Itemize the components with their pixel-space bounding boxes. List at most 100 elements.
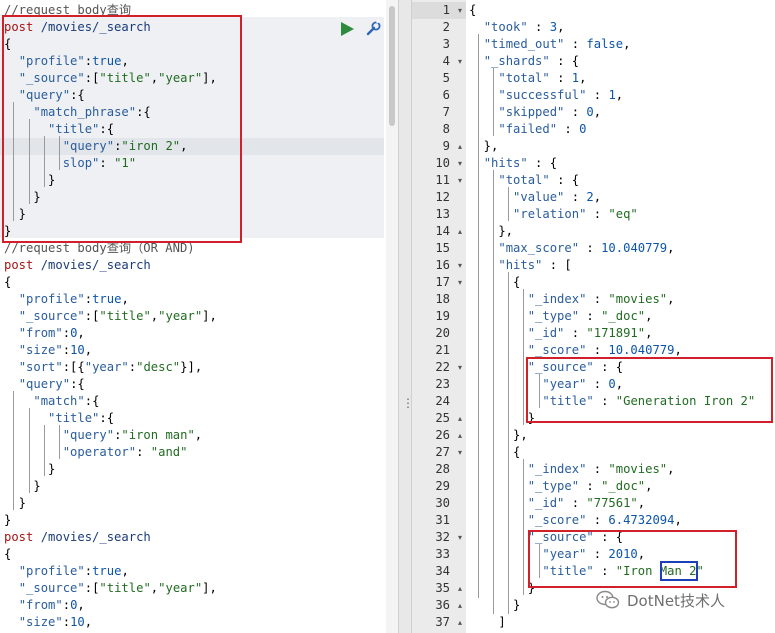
request-settings-button[interactable] bbox=[364, 19, 382, 38]
fold-toggle-icon[interactable]: ▾ bbox=[456, 155, 464, 172]
code-token: :[ bbox=[84, 581, 100, 595]
code-line[interactable]: "profile":true, bbox=[4, 563, 129, 580]
code-line[interactable]: "profile":true, bbox=[4, 291, 129, 308]
code-line[interactable]: "_score" : 6.4732094, bbox=[469, 512, 682, 529]
code-line[interactable]: "query":{ bbox=[4, 376, 85, 393]
code-line[interactable]: "size":10, bbox=[4, 342, 92, 359]
code-line[interactable]: "relation" : "eq" bbox=[469, 206, 638, 223]
fold-toggle-icon[interactable]: ▾ bbox=[456, 529, 464, 546]
wrench-icon[interactable] bbox=[364, 19, 382, 38]
code-token: 2 bbox=[586, 190, 594, 204]
code-line[interactable]: } bbox=[4, 461, 55, 478]
code-line[interactable]: "operator": "and" bbox=[4, 444, 188, 461]
code-line[interactable]: { bbox=[469, 444, 520, 461]
code-token: "year" bbox=[158, 581, 203, 595]
fold-toggle-icon[interactable]: ▾ bbox=[456, 274, 464, 291]
code-token: , bbox=[645, 309, 653, 323]
code-line[interactable]: } bbox=[4, 478, 40, 495]
code-line[interactable]: } bbox=[469, 597, 520, 614]
code-line[interactable]: "failed" : 0 bbox=[469, 121, 586, 138]
fold-toggle-icon[interactable]: ▾ bbox=[456, 444, 464, 461]
code-line[interactable]: "skipped" : 0, bbox=[469, 104, 601, 121]
fold-toggle-icon[interactable]: ▾ bbox=[456, 172, 464, 189]
code-token: { bbox=[469, 3, 477, 17]
code-line[interactable]: "_id" : "77561", bbox=[469, 495, 645, 512]
code-line[interactable]: "total" : { bbox=[469, 172, 579, 189]
code-line[interactable]: "_type" : "_doc", bbox=[469, 478, 653, 495]
code-line[interactable]: { bbox=[4, 546, 11, 563]
line-number: 24 bbox=[435, 394, 450, 408]
watermark-text: DotNet技术人 bbox=[627, 592, 725, 610]
scrollbar-thumb[interactable] bbox=[389, 6, 395, 126]
code-line[interactable]: "hits" : { bbox=[469, 155, 557, 172]
code-line[interactable]: post /movies/_search bbox=[4, 257, 151, 274]
line-number: 18 bbox=[435, 292, 450, 306]
code-line[interactable]: "_index" : "movies", bbox=[469, 291, 675, 308]
code-line[interactable]: "from":0, bbox=[4, 325, 85, 342]
fold-toggle-icon[interactable]: ▴ bbox=[456, 597, 464, 614]
fold-toggle-icon[interactable]: ▴ bbox=[456, 580, 464, 597]
code-line[interactable]: } bbox=[469, 580, 535, 597]
code-line[interactable]: post /movies/_search bbox=[4, 529, 151, 546]
code-line[interactable]: "sort":[{"year":"desc"}], bbox=[4, 359, 202, 376]
code-token: : bbox=[62, 615, 71, 629]
code-token: 10 bbox=[70, 615, 85, 629]
code-line[interactable]: "took" : 3, bbox=[469, 19, 565, 36]
code-line[interactable]: }, bbox=[469, 223, 513, 240]
code-line[interactable]: "value" : 2, bbox=[469, 189, 601, 206]
code-token: , bbox=[667, 292, 675, 306]
code-token: "query" bbox=[18, 377, 71, 391]
code-line[interactable]: "match":{ bbox=[4, 393, 99, 410]
editor-scrollbar[interactable] bbox=[386, 0, 398, 633]
code-line[interactable]: }, bbox=[469, 138, 499, 155]
fold-toggle-icon[interactable]: ▾ bbox=[456, 257, 464, 274]
code-line[interactable]: "total" : 1, bbox=[469, 70, 586, 87]
code-line[interactable]: "query":"iron man", bbox=[4, 427, 202, 444]
play-icon[interactable] bbox=[339, 21, 355, 37]
code-line[interactable]: "successful" : 1, bbox=[469, 87, 623, 104]
code-line[interactable]: "_id" : "171891", bbox=[469, 325, 653, 342]
fold-toggle-icon[interactable]: ▴ bbox=[456, 427, 464, 444]
fold-toggle-icon[interactable]: ▾ bbox=[456, 53, 464, 70]
code-line[interactable]: { bbox=[4, 274, 11, 291]
code-token: "_score" bbox=[527, 343, 587, 357]
line-number: 14 bbox=[435, 224, 450, 238]
fold-toggle-icon[interactable]: ▴ bbox=[456, 410, 464, 427]
fold-toggle-icon[interactable]: ▾ bbox=[456, 359, 464, 376]
run-request-button[interactable] bbox=[339, 21, 355, 37]
code-line[interactable]: "_index" : "movies", bbox=[469, 461, 675, 478]
code-line[interactable]: "_type" : "_doc", bbox=[469, 308, 653, 325]
code-line[interactable]: }, bbox=[469, 427, 528, 444]
fold-toggle-icon[interactable]: ▾ bbox=[456, 2, 464, 19]
code-token: : bbox=[586, 88, 609, 102]
code-line[interactable]: } bbox=[4, 512, 11, 529]
code-line[interactable]: "_source":["title","year"], bbox=[4, 308, 217, 325]
code-line[interactable]: "timed_out" : false, bbox=[469, 36, 631, 53]
code-line[interactable]: { bbox=[469, 274, 520, 291]
code-line[interactable]: "max_score" : 10.040779, bbox=[469, 240, 674, 257]
code-line[interactable]: { bbox=[469, 2, 476, 19]
code-line[interactable]: ] bbox=[469, 614, 505, 631]
code-token: , bbox=[593, 190, 602, 204]
code-line[interactable]: "size":10, bbox=[4, 614, 92, 631]
code-token: : bbox=[579, 241, 602, 255]
code-line[interactable]: "_shards" : { bbox=[469, 53, 579, 70]
fold-toggle-icon[interactable]: ▴ bbox=[456, 614, 464, 631]
fold-toggle-icon[interactable]: ▴ bbox=[456, 138, 464, 155]
code-line[interactable]: "title":{ bbox=[4, 410, 114, 427]
panel-resizer[interactable]: ⋮ bbox=[398, 0, 414, 633]
code-line[interactable]: "_source":["title","year"], bbox=[4, 580, 217, 597]
code-token: "match" bbox=[33, 394, 85, 408]
fold-toggle-icon[interactable]: ▴ bbox=[456, 223, 464, 240]
line-number: 15 bbox=[435, 241, 450, 255]
code-line[interactable]: "hits" : [ bbox=[469, 257, 571, 274]
code-line[interactable]: } bbox=[4, 495, 26, 512]
code-line[interactable]: "from":0, bbox=[4, 597, 85, 614]
